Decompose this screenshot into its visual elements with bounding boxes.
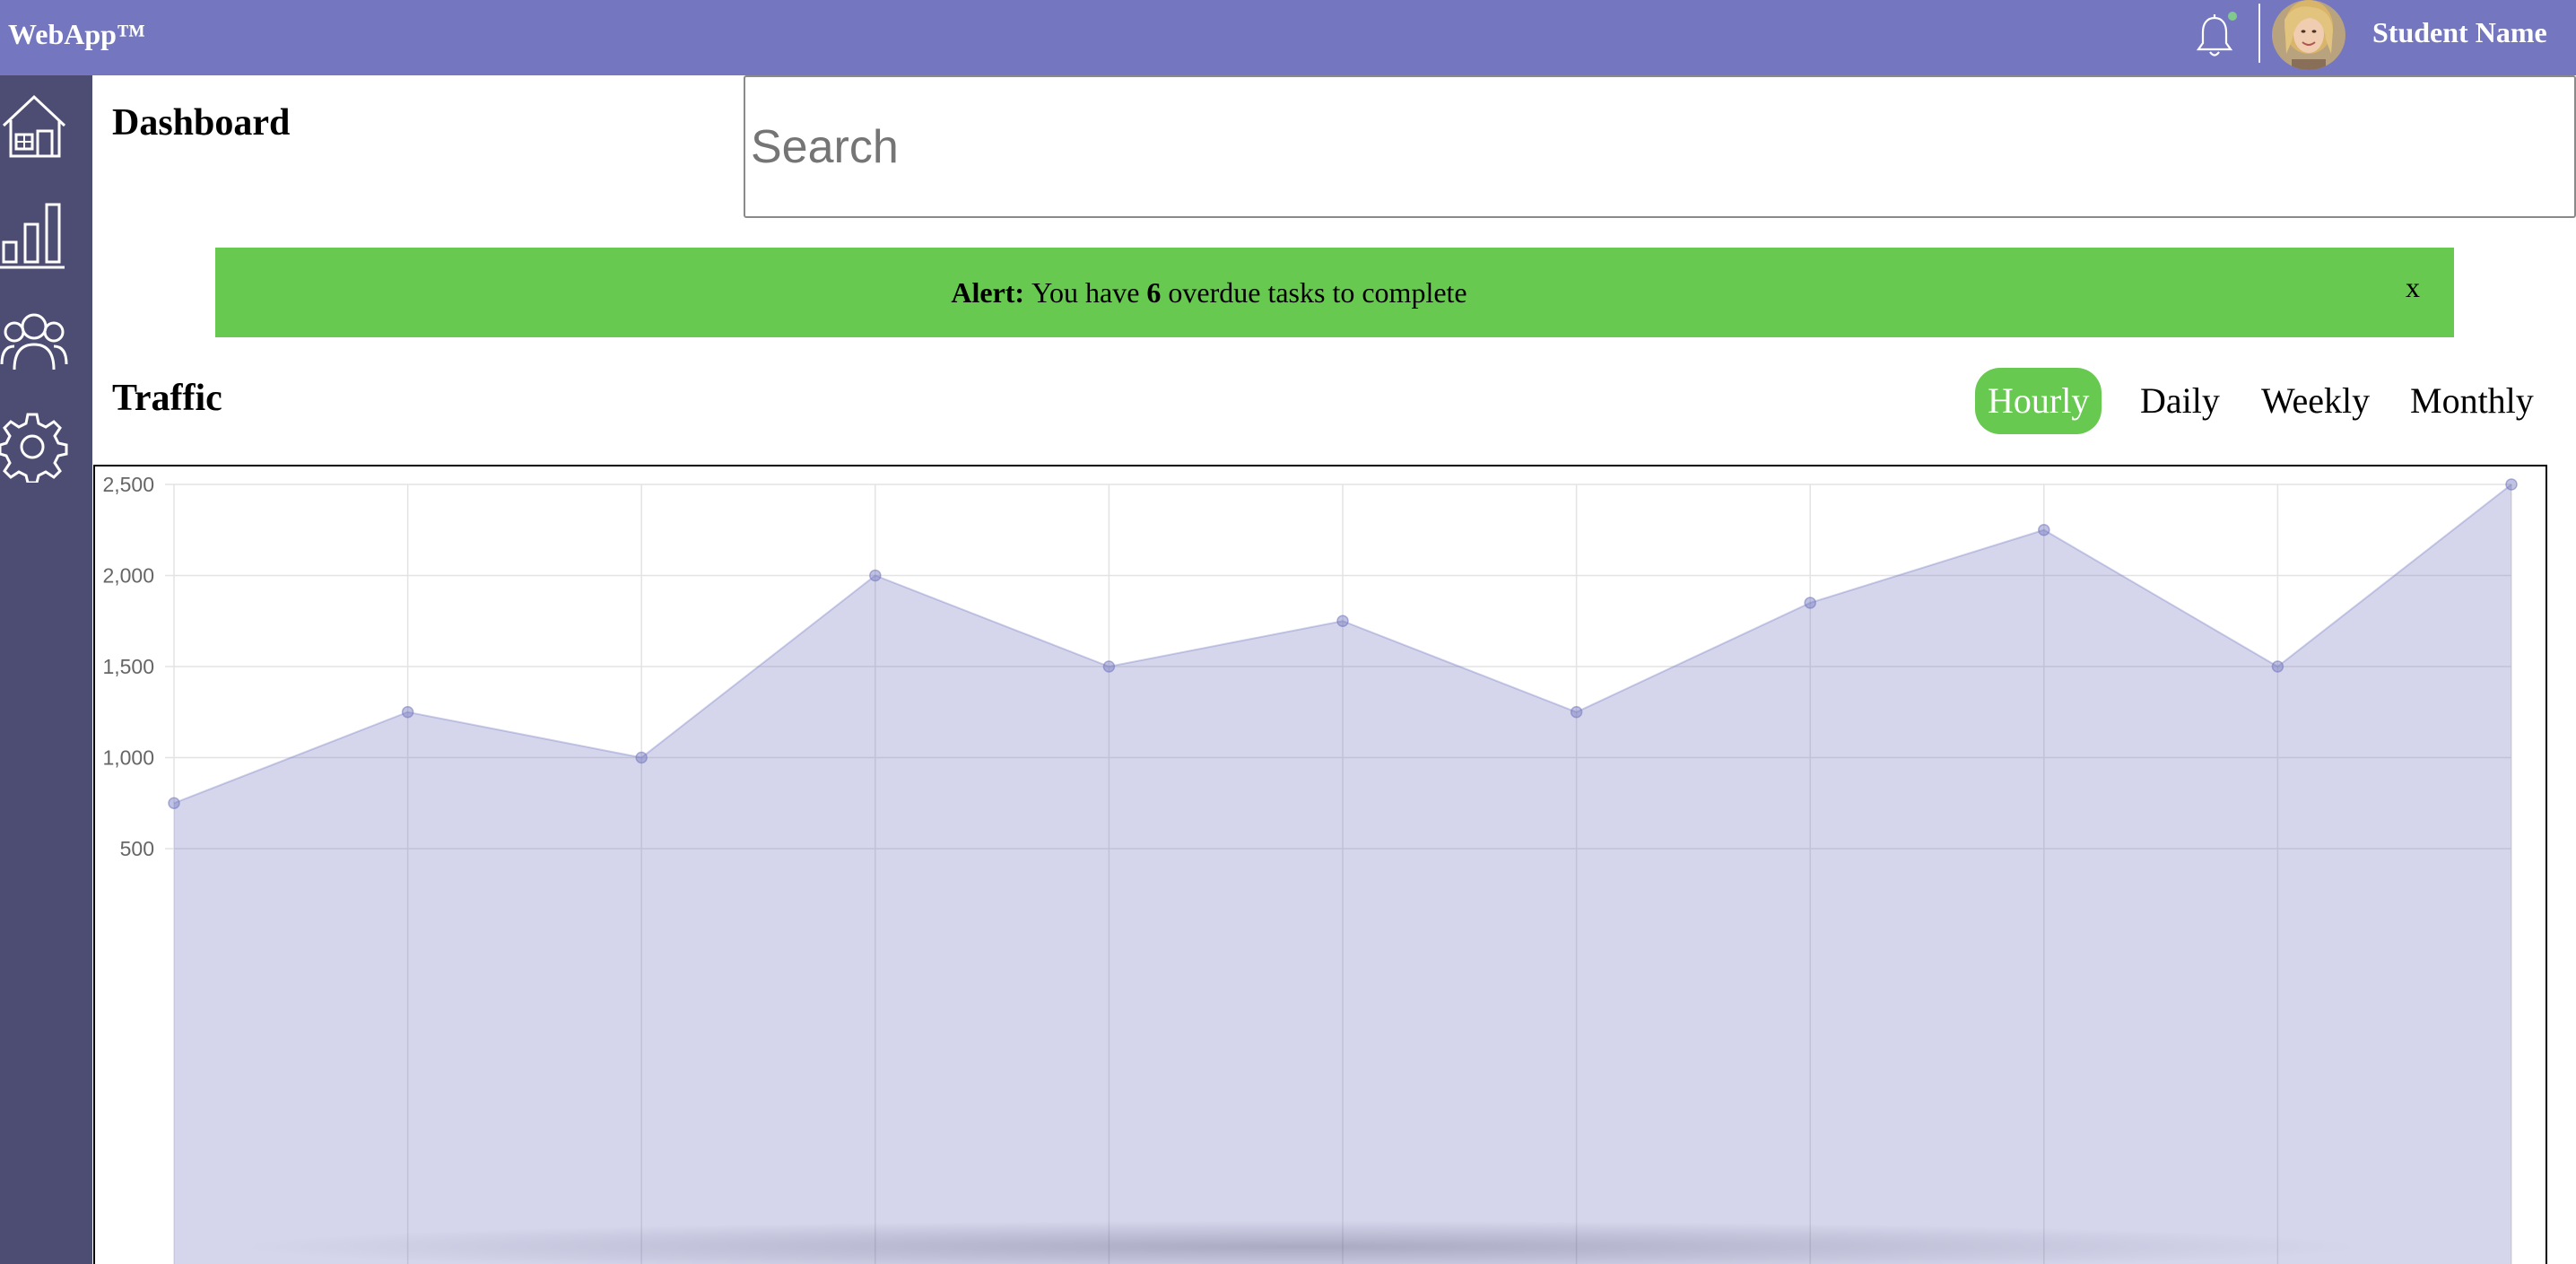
bar-chart-icon[interactable] (0, 197, 68, 269)
y-tick-label: 1,500 (102, 655, 154, 678)
traffic-point (2038, 524, 2050, 536)
traffic-point (869, 569, 882, 582)
traffic-point (1102, 660, 1116, 673)
alert-close-button[interactable]: x (2406, 271, 2420, 304)
search-input[interactable] (744, 75, 2576, 218)
alert-count: 6 (1146, 275, 1162, 309)
tab-daily[interactable]: Daily (2140, 368, 2220, 434)
y-tick-label: 2,000 (102, 564, 154, 588)
y-tick-label: 2,500 (102, 473, 154, 496)
traffic-title: Traffic (112, 378, 222, 419)
alert-message: Alert: You have 6 overdue tasks to compl… (215, 248, 2203, 337)
tab-monthly[interactable]: Monthly (2410, 368, 2534, 434)
traffic-point (1336, 615, 1349, 627)
user-name[interactable]: Student Name (2372, 16, 2547, 49)
tab-weekly[interactable]: Weekly (2261, 368, 2370, 434)
traffic-point (1570, 706, 1583, 719)
settings-icon[interactable] (0, 411, 68, 483)
y-tick-label: 1,000 (102, 746, 154, 770)
traffic-point (635, 751, 648, 764)
traffic-point (2271, 660, 2284, 673)
y-tick-label: 500 (120, 837, 154, 860)
page-title: Dashboard (112, 102, 291, 144)
traffic-point (168, 797, 180, 809)
alert-text-before: You have (1031, 275, 1140, 309)
top-bar: WebApp™ Student Name (0, 0, 2576, 75)
traffic-chart: 2,500 2,000 1,500 1,000 500 (93, 465, 2547, 1264)
alert-label: Alert: (951, 275, 1025, 309)
header-divider (2258, 4, 2260, 63)
alert-banner: Alert: You have 6 overdue tasks to compl… (215, 248, 2454, 337)
traffic-point (2505, 478, 2518, 491)
app-brand[interactable]: WebApp™ (8, 18, 145, 51)
users-icon[interactable] (0, 305, 68, 377)
notification-dot (2228, 12, 2237, 21)
tab-hourly[interactable]: Hourly (1975, 368, 2102, 434)
alert-text-after: overdue tasks to complete (1168, 275, 1467, 309)
traffic-point (401, 706, 414, 719)
home-icon[interactable] (0, 88, 68, 160)
traffic-point (1804, 597, 1816, 609)
user-avatar[interactable] (2272, 0, 2345, 70)
sidebar (0, 75, 92, 1264)
chart-shadow (224, 1220, 2377, 1264)
traffic-chart-svg: 2,500 2,000 1,500 1,000 500 (102, 473, 2518, 1264)
